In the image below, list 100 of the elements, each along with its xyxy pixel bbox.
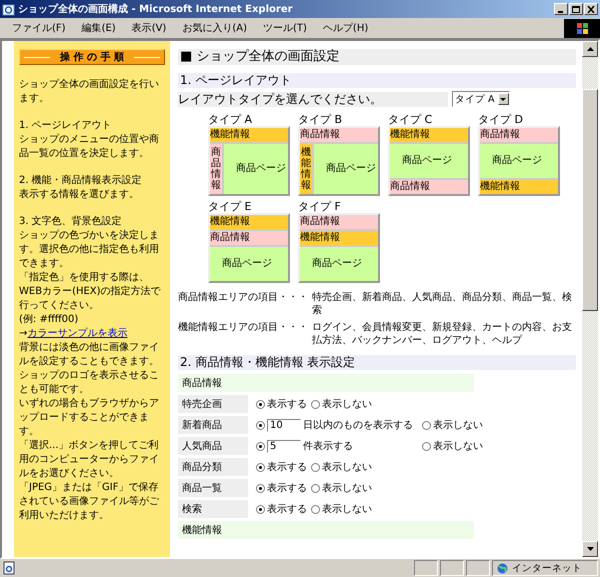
option-label: 表示しない xyxy=(433,440,483,453)
instruction-text: 「選択...」ボタンを押してご利用のコンピューターからファイルをお選びください。 xyxy=(19,439,160,481)
radio-button[interactable] xyxy=(256,462,265,472)
function-area: 機能情報 xyxy=(390,128,468,142)
radio-button[interactable] xyxy=(256,400,265,408)
option-label: 表示しない xyxy=(322,482,372,495)
function-area: 機能情報 xyxy=(480,180,558,194)
radio-button[interactable] xyxy=(311,400,320,408)
vertical-scrollbar[interactable] xyxy=(582,41,598,557)
page-area: 商品ページ xyxy=(390,144,468,178)
instruction-text: 1. ページレイアウト xyxy=(19,119,113,133)
close-button[interactable] xyxy=(584,3,598,15)
page-area: 商品ページ xyxy=(300,247,378,281)
instruction-text: (例: #ffff00) xyxy=(19,313,80,327)
globe-icon xyxy=(497,562,508,574)
option-label: 表示しない xyxy=(322,460,372,474)
color-sample-link[interactable]: カラーサンプルを表示 xyxy=(27,328,128,339)
menu-item[interactable]: ヘルプ(H) xyxy=(314,21,376,35)
product-area: 商品情報 xyxy=(210,231,288,245)
radio-button[interactable] xyxy=(422,442,431,450)
menu-item[interactable]: ツール(T) xyxy=(255,21,315,35)
up-arrow-icon xyxy=(586,47,594,51)
layout-label: タイプ C xyxy=(388,113,434,126)
caret-icon xyxy=(500,98,506,100)
layout-type-dropdown[interactable]: タイプ A xyxy=(452,91,510,107)
function-area: 機能情報 xyxy=(210,215,288,229)
window-title: ショップ全体の画面構成 - Microsoft Internet Explorer xyxy=(18,2,294,16)
menu-item[interactable]: 表示(V) xyxy=(124,21,174,35)
minimize-button[interactable] xyxy=(554,3,568,15)
row-label: 特売企画 xyxy=(178,395,248,413)
layout-label: タイプ E xyxy=(208,200,252,213)
prompt-text: レイアウトタイプを選んでください。 xyxy=(178,92,448,106)
option-label: 表示しない xyxy=(322,502,372,516)
instruction-text: 「JPEG」または「GIF」で保存されている画像ファイル等がご利用いただけます。 xyxy=(19,481,160,523)
menu-item[interactable]: 編集(E) xyxy=(74,21,124,35)
maximize-button[interactable] xyxy=(569,3,583,15)
product-area: 商品情報 xyxy=(480,128,558,142)
option-label: 表示しない xyxy=(322,398,372,411)
down-arrow-icon xyxy=(586,547,594,551)
option-label: 表示する xyxy=(267,398,307,411)
radio-button[interactable] xyxy=(311,504,320,514)
option-label: 表示する xyxy=(267,502,307,516)
scroll-up-button[interactable] xyxy=(582,41,598,57)
section-heading: 2. 商品情報・機能情報 表示設定 xyxy=(178,355,576,370)
function-area: 機能情報 xyxy=(210,128,288,142)
option-label: 日以内のものを表示する xyxy=(303,418,413,432)
page-area: 商品ページ xyxy=(480,144,558,178)
number-field[interactable]: 5 xyxy=(267,440,301,452)
page-heading: ■ ショップ全体の画面設定 xyxy=(178,49,576,65)
menu-item[interactable]: お気に入り(A) xyxy=(174,21,255,35)
radio-button[interactable] xyxy=(422,420,431,430)
instruction-text: ショップのロゴを表示させることも可能です。 xyxy=(19,369,160,397)
product-area: 商品情報 xyxy=(300,128,378,142)
option-label: 件表示する xyxy=(303,440,353,453)
instruction-text: 「指定色」を使用する際は、WEBカラー(HEX)の指定方法で行ってください。 xyxy=(19,271,162,313)
product-area: 商品情報 xyxy=(300,215,378,229)
instruction-text: ショップのメニューの位置や商品一覧の位置を決定します。 xyxy=(19,133,160,161)
instruction-text: いずれの場合もブラウザからアップロードすることができます。 xyxy=(19,397,160,439)
instruction-text: ショップの色づかいを決定します。選択色の他に指定色も利用できます。 xyxy=(19,229,160,271)
arrow-mark: → xyxy=(19,328,28,339)
instruction-text: 3. 文字色、背景色設定 xyxy=(19,215,123,229)
zone-label: インターネット xyxy=(512,562,582,574)
scroll-down-button[interactable] xyxy=(582,541,598,557)
radio-button[interactable] xyxy=(256,420,265,430)
row-label: 商品分類 xyxy=(178,458,248,476)
product-area: 商品情報 xyxy=(210,144,222,194)
option-label: 表示する xyxy=(267,482,307,495)
instruction-text: ショップ全体の画面設定を行います。 xyxy=(19,78,160,106)
area-items: ログイン、会員情報変更、新規登録、カートの内容、お支払方法、バックナンバー、ログアウト、ヘルプ xyxy=(312,321,573,347)
row-label: 商品一覧 xyxy=(178,479,248,497)
scroll-thumb[interactable] xyxy=(582,89,598,311)
page-icon xyxy=(2,561,16,575)
section-heading: 1. ページレイアウト xyxy=(178,73,576,88)
function-area: 機能情報 xyxy=(300,144,312,194)
option-label: 表示する xyxy=(267,460,307,474)
instruction-text: 表示する情報を選びます。 xyxy=(19,188,140,202)
page-area: 商品ページ xyxy=(210,247,288,281)
radio-button[interactable] xyxy=(311,462,320,472)
radio-button[interactable] xyxy=(311,484,320,492)
function-area: 機能情報 xyxy=(300,231,378,245)
row-label: 新着商品 xyxy=(178,416,248,434)
layout-label: タイプ D xyxy=(478,113,524,126)
radio-button[interactable] xyxy=(256,484,265,492)
layout-label: タイプ A xyxy=(208,113,254,126)
page-area: 商品ページ xyxy=(314,144,378,194)
menu-item[interactable]: ファイル(F) xyxy=(4,21,74,35)
area-items: 特売企画、新着商品、人気商品、商品分類、商品一覧、検索 xyxy=(312,291,573,317)
area-label: 商品情報エリアの項目・・・ xyxy=(178,291,308,305)
group-header: 機能情報 xyxy=(178,521,474,539)
close-icon xyxy=(587,6,595,12)
row-label: 検索 xyxy=(178,500,248,518)
flag-logo-icon xyxy=(564,18,600,38)
group-header: 商品情報 xyxy=(178,374,474,392)
instruction-text: 2. 機能・商品情報表示設定 xyxy=(19,174,143,188)
radio-button[interactable] xyxy=(256,504,265,514)
number-field[interactable]: 10 xyxy=(267,418,301,432)
option-label: 表示しない xyxy=(433,418,483,432)
layout-label: タイプ F xyxy=(298,200,342,213)
radio-button[interactable] xyxy=(256,442,265,450)
row-label: 人気商品 xyxy=(178,437,248,455)
